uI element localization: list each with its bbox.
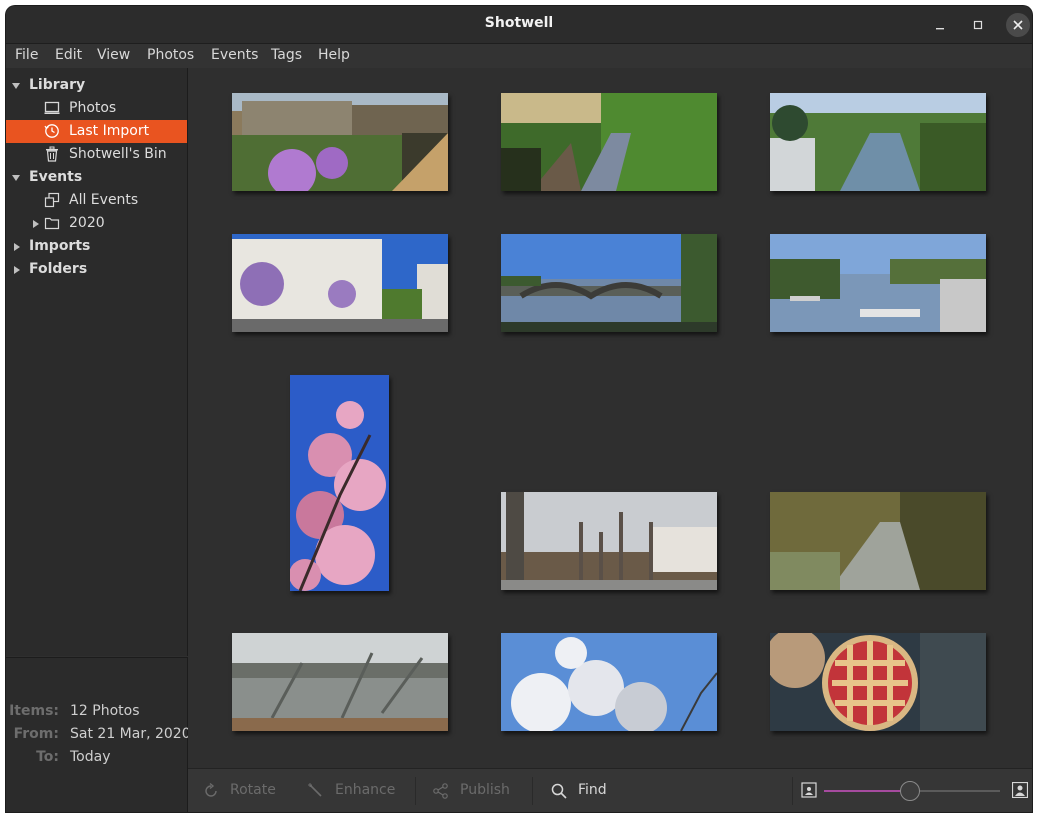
sidebar-item-photos[interactable]: Photos	[6, 97, 187, 120]
rotate-label: Rotate	[230, 782, 276, 798]
publish-label: Publish	[460, 782, 510, 798]
sidebar-item-library[interactable]: Library	[6, 74, 187, 97]
photo-thumbnail[interactable]	[232, 93, 448, 191]
sidebar-item-all-events[interactable]: All Events	[6, 189, 187, 212]
menu-events[interactable]: Events	[211, 47, 258, 63]
zoom-out-icon[interactable]	[801, 782, 817, 798]
info-value: Today	[70, 749, 111, 765]
magic-wand-icon	[308, 783, 322, 797]
sidebar-item-label: Imports	[29, 238, 91, 254]
info-panel: Items: 12 Photos From: Sat 21 Mar, 2020 …	[6, 657, 191, 812]
maximize-icon	[973, 20, 983, 30]
menu-view[interactable]: View	[97, 47, 130, 63]
history-clock-icon	[44, 124, 59, 138]
photo-thumbnail[interactable]	[501, 234, 717, 332]
menu-edit[interactable]: Edit	[55, 47, 82, 63]
toolbar-separator	[532, 777, 533, 805]
zoom-in-icon[interactable]	[1012, 782, 1028, 798]
info-key: From:	[13, 726, 59, 742]
publish-button[interactable]: Publish	[432, 781, 522, 801]
window-title: Shotwell	[484, 15, 554, 31]
toolbar-separator	[415, 777, 416, 805]
info-row-to: To: Today	[6, 749, 187, 769]
photo-thumbnail[interactable]	[770, 234, 986, 332]
bottom-toolbar: Rotate Enhance Publish Find	[188, 768, 1032, 812]
photo-thumbnail[interactable]	[501, 633, 717, 731]
photo-thumbnail[interactable]	[501, 492, 717, 590]
menu-tags[interactable]: Tags	[271, 47, 302, 63]
sidebar-item-label: Shotwell's Bin	[69, 146, 167, 162]
photo-thumbnail[interactable]	[501, 93, 717, 191]
minimize-button[interactable]	[928, 13, 952, 37]
sidebar-item-bin[interactable]: Shotwell's Bin	[6, 143, 187, 166]
maximize-button[interactable]	[966, 13, 990, 37]
sidebar-item-label: Library	[29, 77, 86, 93]
rotate-button[interactable]: Rotate	[202, 781, 282, 801]
expander-down-icon[interactable]	[12, 83, 20, 89]
sidebar: Library Photos Last Import Shotwell's Bi…	[6, 68, 188, 656]
menu-bar: File Edit View Photos Events Tags Help	[6, 44, 1032, 68]
menu-photos[interactable]: Photos	[147, 47, 194, 63]
photo-thumbnail[interactable]	[770, 93, 986, 191]
enhance-label: Enhance	[335, 782, 396, 798]
sidebar-item-last-import[interactable]: Last Import	[6, 120, 187, 143]
photo-thumbnail[interactable]	[770, 492, 986, 590]
enhance-button[interactable]: Enhance	[307, 781, 397, 801]
sidebar-item-2020[interactable]: 2020	[6, 212, 187, 235]
sidebar-item-folders[interactable]: Folders	[6, 258, 187, 281]
app-window: Shotwell File Edit View Photos Events Ta…	[6, 6, 1032, 812]
find-button[interactable]: Find	[550, 781, 620, 801]
monitor-icon	[44, 101, 60, 114]
zoom-slider-handle[interactable]	[900, 781, 921, 801]
zoom-slider-fill	[824, 790, 911, 792]
expander-down-icon[interactable]	[12, 175, 20, 181]
trash-icon	[46, 146, 58, 162]
sidebar-item-label: Photos	[69, 100, 117, 116]
photo-thumbnail[interactable]	[770, 633, 986, 731]
sidebar-item-imports[interactable]: Imports	[6, 235, 187, 258]
folder-icon	[44, 217, 60, 230]
close-button[interactable]	[1006, 13, 1030, 37]
info-key: Items:	[9, 703, 59, 719]
sidebar-item-label: All Events	[69, 192, 139, 208]
sidebar-item-label: Last Import	[69, 123, 150, 139]
photo-grid	[188, 68, 1032, 768]
sidebar-item-label: Events	[29, 169, 83, 185]
title-bar: Shotwell	[6, 6, 1032, 44]
info-value: 12 Photos	[70, 703, 140, 719]
sidebar-item-events[interactable]: Events	[6, 166, 187, 189]
toolbar-separator	[792, 777, 793, 805]
photo-thumbnail[interactable]	[232, 234, 448, 332]
photo-thumbnail[interactable]	[290, 375, 389, 591]
photo-thumbnail[interactable]	[232, 633, 448, 731]
search-icon	[551, 783, 567, 799]
info-row-items: Items: 12 Photos	[6, 703, 187, 723]
multiple-windows-icon	[44, 192, 60, 208]
sidebar-item-label: 2020	[69, 215, 105, 231]
menu-file[interactable]: File	[15, 47, 38, 63]
expander-right-icon[interactable]	[33, 220, 39, 228]
share-icon	[433, 783, 448, 799]
info-row-from: From: Sat 21 Mar, 2020	[6, 726, 191, 746]
expander-right-icon[interactable]	[14, 243, 20, 251]
find-label: Find	[578, 782, 607, 798]
close-icon	[1013, 20, 1023, 30]
info-value: Sat 21 Mar, 2020	[70, 726, 191, 742]
minimize-icon	[936, 28, 944, 30]
info-key: To:	[36, 749, 59, 765]
sidebar-item-label: Folders	[29, 261, 88, 277]
rotate-icon	[205, 782, 217, 797]
menu-help[interactable]: Help	[318, 47, 350, 63]
expander-right-icon[interactable]	[14, 266, 20, 274]
